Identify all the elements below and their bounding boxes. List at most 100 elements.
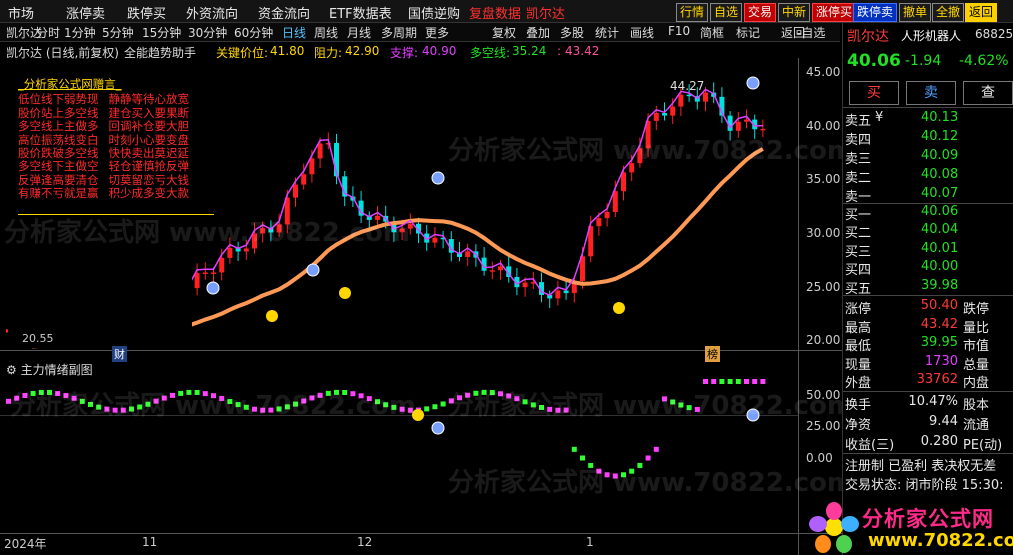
bid-row[interactable]: 买三 40.01 [843,240,1013,260]
bid-row[interactable]: 买一 40.06 [843,203,1013,223]
btn-watchlist[interactable]: 自选 [710,3,743,22]
candle-body [260,228,266,234]
emotion-bar [202,391,208,397]
btn-back[interactable]: 返回 [965,3,998,22]
ask-row[interactable]: 卖四 40.12 [843,128,1013,148]
bid-row[interactable]: 买四 40.00 [843,258,1013,278]
tab-30min[interactable]: 30分钟 [188,24,227,41]
nav-fund-flow[interactable]: 资金流向 [258,3,310,22]
bid-price: 40.00 [921,259,959,275]
emotion-bar [539,404,544,410]
btn-zhongxin[interactable]: 中新 [778,3,811,22]
emotion-bar [555,407,561,413]
nav-market[interactable]: 市场 [8,3,34,22]
btn-multi-stock[interactable]: 多股 [560,24,584,41]
poem-phrase: 股价跌破多空线 [18,146,99,161]
btn-draw[interactable]: 画线 [630,24,654,41]
sell-button[interactable]: 卖 [906,81,956,105]
nav-stock[interactable]: 凯尔达 [526,3,565,22]
smiley-icon [613,302,625,314]
site-logo: 分析家公式网 www.70822.com [808,500,1013,554]
rank-marker[interactable]: 榜 [705,346,720,362]
btn-cancel-all[interactable]: 全撤 [932,3,965,22]
stat-label: 内盘 [963,376,990,391]
zero-line [0,415,798,416]
smiley-icon [412,409,424,421]
tab-daily[interactable]: 日线 [282,24,306,41]
stat-row: 涨停 50.40 跌停 [843,297,1013,317]
emotion-bar [317,392,323,398]
ask-row[interactable]: 卖二 40.08 [843,166,1013,186]
ask-label: 卖三 [845,152,872,167]
buy-button[interactable]: 买 [849,81,899,105]
nav-repo[interactable]: 国债逆购 [408,3,460,22]
bid-label: 买三 [845,244,872,260]
ask-row[interactable]: 卖三 40.09 [843,147,1013,167]
ask-price: 40.12 [921,129,959,144]
tab-multi-period[interactable]: 多周期 [381,24,417,41]
quote-pct: -4.62% [959,53,1009,69]
nav-foreign-flow[interactable]: 外资流向 [186,3,238,22]
poem-underline [18,214,214,215]
sub-axis: 50.00 25.00 0.00 [800,380,842,480]
btn-f10[interactable]: F10 [668,24,690,38]
tab-intraday[interactable]: 分时 [36,24,60,41]
emotion-bar [719,379,725,384]
emotion-bar [55,391,61,397]
btn-trade[interactable]: 交易 [744,3,777,22]
btn-overlay[interactable]: 叠加 [526,24,550,41]
poem-line: 多空线下主做空 轻仓谨慎抢反弹 [18,160,214,174]
bid-row[interactable]: 买二 40.04 [843,221,1013,241]
emotion-bar [129,406,134,412]
btn-limit-up-buy[interactable]: 涨停买 [812,3,857,22]
tab-weekly[interactable]: 周线 [314,24,338,41]
poem-phrase: 快快卖出莫迟延 [108,146,190,161]
emotion-bar [178,390,184,396]
divider [843,107,1013,108]
nav-limit-up-sell[interactable]: 涨停卖 [66,3,105,22]
ask-row[interactable]: 卖一 40.07 [843,185,1013,205]
emotion-bar [399,406,405,412]
tab-monthly[interactable]: 月线 [347,24,371,41]
gear-icon[interactable]: ⚙ [6,363,21,377]
emotion-bar [325,390,331,396]
btn-adjust[interactable]: 复权 [492,24,516,41]
date-tick: 11 [142,535,158,549]
tab-5min[interactable]: 5分钟 [102,24,134,41]
candle-body [760,128,766,131]
tab-more[interactable]: 更多 [425,24,449,41]
nav-limit-down-buy[interactable]: 跌停买 [127,3,166,22]
query-button[interactable]: 查 [963,81,1013,105]
btn-stats[interactable]: 统计 [595,24,619,41]
ask-row[interactable]: 卖五 ¥40.13 [843,109,1013,129]
peak-label: 44.27 [670,79,705,93]
nav-replay-data[interactable]: 复盘数据 [469,3,521,22]
emotion-bar [489,390,495,396]
btn-simple-frame[interactable]: 简框 [700,24,724,41]
poem-phrase: 有赚不亏就是赢 [18,186,99,201]
trade-status: 交易状态: 闭市阶段 15:30: [845,478,1004,493]
emotion-bar [703,379,708,384]
emotion-bar [744,379,749,384]
bid-row[interactable]: 买五 39.98 [843,277,1013,297]
nav-etf-table[interactable]: ETF数据表 [329,3,392,22]
emotion-bar [301,398,307,404]
btn-limit-down-sell[interactable]: 跌停卖 [853,3,898,22]
tab-60min[interactable]: 60分钟 [234,24,273,41]
candle-body [555,290,561,299]
footer-tags: 注册制 已盈利 表决权无差 [845,459,997,474]
tab-15min[interactable]: 15分钟 [142,24,181,41]
emotion-bar [580,455,585,461]
emotion-bar [498,391,503,397]
tab-1min[interactable]: 1分钟 [64,24,96,41]
emotion-bar [653,446,659,452]
btn-mark[interactable]: 标记 [736,24,760,41]
btn-quote[interactable]: 行情 [676,3,709,22]
candle-body [219,257,225,273]
candle-body [498,266,503,271]
candle-body [563,290,569,294]
finance-marker[interactable]: 财 [112,346,127,362]
emotion-bar [252,406,257,412]
btn-cancel[interactable]: 撤单 [899,3,932,22]
self-select[interactable]: -自选 [797,24,825,41]
